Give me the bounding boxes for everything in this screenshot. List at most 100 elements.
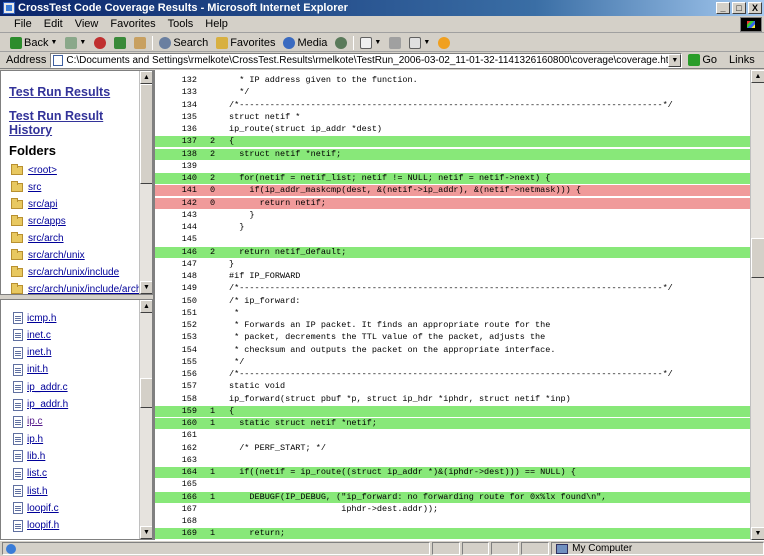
source-text: struct netif * bbox=[229, 111, 301, 122]
scroll-down-arrow-icon[interactable]: ▼ bbox=[140, 526, 152, 539]
home-button[interactable] bbox=[130, 36, 150, 49]
menu-file[interactable]: File bbox=[8, 18, 38, 30]
history-button[interactable] bbox=[331, 36, 351, 49]
address-dropdown-icon[interactable]: ▼ bbox=[668, 53, 682, 67]
zone-label: My Computer bbox=[572, 543, 633, 554]
scroll-up-arrow-icon[interactable]: ▲ bbox=[140, 71, 152, 84]
folder-item[interactable]: src/arch/unix/include/arch bbox=[11, 283, 141, 294]
folder-icon bbox=[11, 283, 23, 294]
source-text: return netif_default; bbox=[229, 246, 347, 257]
file-item[interactable]: list.h bbox=[13, 485, 48, 497]
folder-item[interactable]: src/arch/unix/include bbox=[11, 266, 119, 278]
test-run-result-history-link[interactable]: Test Run Result History bbox=[9, 109, 103, 137]
minimize-button[interactable]: _ bbox=[716, 2, 730, 14]
file-item[interactable]: inet.h bbox=[13, 346, 51, 359]
file-item[interactable]: list.c bbox=[13, 467, 47, 480]
folders-scrollbar[interactable]: ▲ ▼ bbox=[139, 71, 152, 294]
folder-label: src/arch/unix bbox=[28, 250, 85, 261]
file-item[interactable]: icmp.h bbox=[13, 312, 56, 324]
file-item[interactable]: ip.h bbox=[13, 433, 43, 446]
source-text: for(netif = netif_list; netif != NULL; n… bbox=[229, 173, 551, 183]
folder-item[interactable]: src bbox=[11, 181, 41, 193]
media-button[interactable]: Media bbox=[279, 36, 331, 49]
line-number: 140 bbox=[181, 173, 197, 183]
files-scrollbar[interactable]: ▲ ▼ bbox=[139, 300, 152, 539]
menu-tools[interactable]: Tools bbox=[162, 18, 200, 30]
print-button[interactable] bbox=[385, 36, 405, 49]
favorites-button[interactable]: Favorites bbox=[212, 36, 279, 49]
chevron-down-icon: ▼ bbox=[423, 39, 431, 46]
menu-edit[interactable]: Edit bbox=[38, 18, 69, 30]
folder-item[interactable]: <root> bbox=[11, 164, 57, 176]
stop-icon bbox=[94, 36, 107, 49]
windows-logo-icon bbox=[740, 17, 762, 32]
scroll-up-arrow-icon[interactable]: ▲ bbox=[140, 300, 152, 313]
scroll-thumb[interactable] bbox=[140, 84, 152, 184]
go-label: Go bbox=[702, 54, 718, 66]
source-text: iphdr->dest.addr)); bbox=[229, 503, 439, 514]
menu-help[interactable]: Help bbox=[199, 18, 234, 30]
file-item[interactable]: lib.h bbox=[13, 450, 45, 463]
close-button[interactable]: X bbox=[748, 2, 762, 14]
covered-code-line: 146 2 return netif_default; bbox=[155, 246, 750, 258]
folder-item[interactable]: src/arch bbox=[11, 232, 64, 244]
file-item[interactable]: inet.c bbox=[13, 329, 51, 342]
line-number: 132 bbox=[181, 75, 197, 85]
file-item[interactable]: ip_addr.h bbox=[13, 398, 68, 411]
folder-icon bbox=[11, 249, 23, 260]
files-panel: icmp.h inet.c inet.h init.h ip_addr.c ip_addr… bbox=[0, 299, 153, 540]
test-run-results-link[interactable]: Test Run Results bbox=[9, 85, 110, 99]
code-line: 154 * checksum and outputs the packet on… bbox=[155, 345, 750, 356]
line-number: 164 bbox=[181, 467, 197, 477]
mail-button[interactable]: ▼ bbox=[356, 36, 385, 49]
folder-item[interactable]: src/arch/unix bbox=[11, 249, 85, 261]
menu-favorites[interactable]: Favorites bbox=[104, 18, 161, 30]
status-pane bbox=[431, 542, 460, 555]
scroll-up-arrow-icon[interactable]: ▲ bbox=[751, 70, 764, 83]
browser-window: CrossTest Code Coverage Results - Micros… bbox=[0, 0, 764, 556]
search-button[interactable]: Search bbox=[155, 36, 212, 49]
code-line: 162 /* PERF_START; */ bbox=[155, 443, 750, 454]
folder-item[interactable]: src/api bbox=[11, 198, 57, 210]
links-button[interactable]: Links bbox=[729, 54, 755, 66]
line-number: 143 bbox=[181, 209, 197, 220]
code-line: 163 bbox=[155, 455, 750, 466]
scroll-down-arrow-icon[interactable]: ▼ bbox=[751, 527, 764, 540]
file-label: inet.c bbox=[27, 329, 51, 341]
go-button[interactable]: Go bbox=[688, 54, 717, 66]
line-number: 133 bbox=[181, 87, 197, 98]
line-number: 163 bbox=[181, 454, 197, 465]
covered-code-line: 159 1 { bbox=[155, 405, 750, 417]
source-text: ip_forward(struct pbuf *p, struct ip_hdr… bbox=[229, 393, 571, 404]
maximize-button[interactable]: □ bbox=[732, 2, 746, 14]
file-item[interactable]: loopif.c bbox=[13, 502, 59, 515]
address-input[interactable]: C:\Documents and Settings\rmelkote\Cross… bbox=[50, 52, 683, 68]
scroll-down-arrow-icon[interactable]: ▼ bbox=[140, 281, 152, 294]
forward-button[interactable]: ▼ bbox=[61, 36, 90, 49]
code-line: 151 * bbox=[155, 308, 750, 319]
line-number: 145 bbox=[181, 234, 197, 245]
folder-icon bbox=[11, 164, 23, 175]
folder-item[interactable]: src/apps bbox=[11, 215, 66, 227]
scroll-thumb[interactable] bbox=[140, 378, 152, 408]
menu-view[interactable]: View bbox=[69, 18, 105, 30]
code-line: 135 struct netif * bbox=[155, 112, 750, 123]
source-text: * bbox=[229, 307, 240, 318]
back-button[interactable]: Back ▼ bbox=[6, 36, 61, 49]
messenger-button[interactable] bbox=[434, 36, 454, 49]
forward-arrow-icon bbox=[65, 36, 78, 49]
code-scrollbar[interactable]: ▲ ▼ bbox=[750, 70, 764, 540]
file-icon bbox=[13, 415, 23, 428]
page-icon bbox=[53, 54, 64, 66]
stop-button[interactable] bbox=[90, 36, 110, 49]
file-item[interactable]: ip_addr.c bbox=[13, 381, 68, 394]
refresh-button[interactable] bbox=[110, 36, 130, 49]
edit-button[interactable]: ▼ bbox=[405, 36, 434, 49]
scroll-thumb[interactable] bbox=[751, 238, 764, 278]
file-item[interactable]: init.h bbox=[13, 363, 48, 376]
file-item[interactable]: ip.c bbox=[13, 415, 43, 428]
file-item[interactable]: loopif.h bbox=[13, 519, 59, 532]
line-number: 144 bbox=[181, 222, 197, 232]
address-label: Address bbox=[6, 54, 47, 66]
source-text: * checksum and outputs the packet on the… bbox=[229, 344, 556, 355]
